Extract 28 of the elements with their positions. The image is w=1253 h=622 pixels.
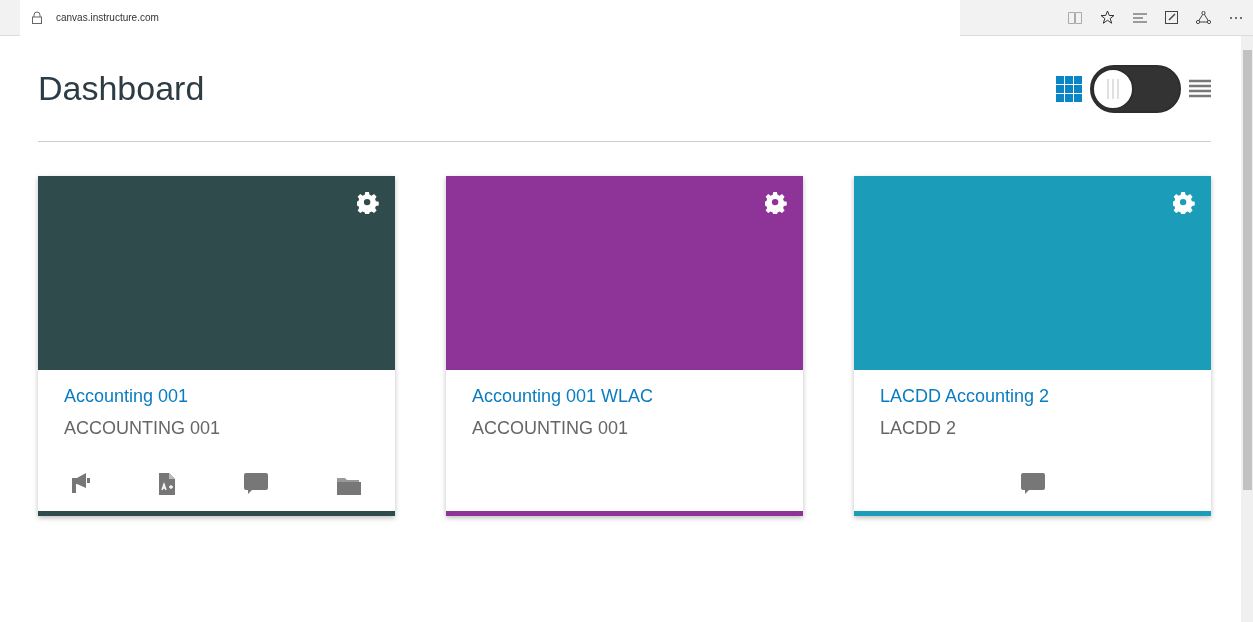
view-toggle[interactable] [1090,64,1181,113]
speech-bubble-icon[interactable] [244,473,268,495]
course-code: ACCOUNTING 001 [64,418,221,439]
pen-note-icon[interactable] [1165,11,1178,24]
course-code: LACDD 2 [880,418,957,439]
course-title-link[interactable]: Accounting 001 [64,386,189,407]
course-code: ACCOUNTING 001 [472,418,629,439]
star-icon[interactable] [1100,10,1115,25]
megaphone-icon[interactable] [72,473,90,495]
course-color-header[interactable] [38,176,395,370]
more-icon[interactable] [1229,15,1243,20]
course-color-header[interactable] [446,176,803,370]
course-title-link[interactable]: LACDD Accounting 2 [880,386,1050,407]
share-icon[interactable] [1196,10,1211,25]
url-text[interactable]: canvas.instructure.com [56,12,159,23]
course-color-header[interactable] [854,176,1211,370]
grid-icon[interactable] [1056,75,1082,102]
list-icon[interactable] [1189,77,1211,100]
lock-icon [32,11,42,24]
folder-icon[interactable] [337,476,361,495]
lines-icon[interactable] [1133,12,1147,23]
settings-icon[interactable] [357,192,379,214]
scrollbar[interactable] [1242,50,1252,490]
page-title: Dashboard [38,69,205,108]
speech-bubble-icon[interactable] [1020,473,1045,495]
document-icon[interactable] [159,473,175,495]
course-title-link[interactable]: Accounting 001 WLAC [472,386,654,407]
settings-icon[interactable] [765,192,787,214]
